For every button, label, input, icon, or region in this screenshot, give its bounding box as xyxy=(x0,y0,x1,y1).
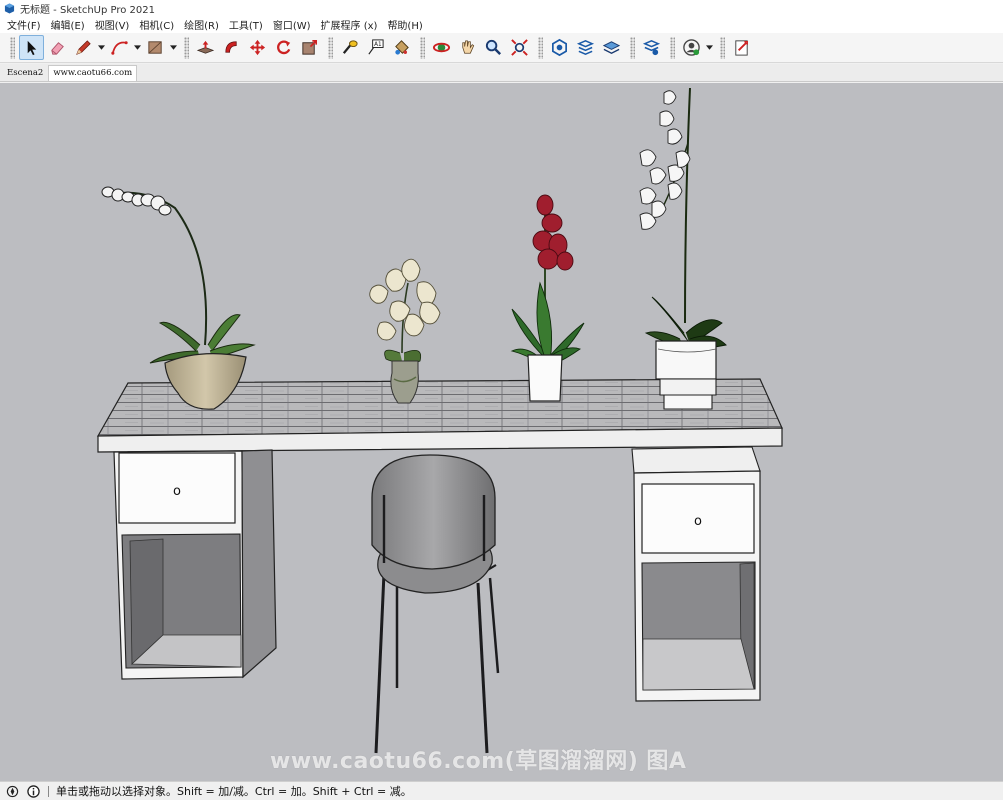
menu-draw[interactable]: 绘图(R) xyxy=(179,17,224,32)
svg-text:o: o xyxy=(694,514,702,529)
push-pull-icon xyxy=(196,40,214,54)
paint-bucket-icon xyxy=(394,40,409,55)
zoom-extents-icon xyxy=(510,39,528,56)
zoom-tool-button[interactable] xyxy=(481,35,506,60)
status-bar: 单击或拖动以选择对象。Shift = 加/减。Ctrl = 加。Shift + … xyxy=(0,781,1003,800)
title-bar: 无标题 - SketchUp Pro 2021 xyxy=(0,0,1003,16)
menu-bar: 文件(F) 编辑(E) 视图(V) 相机(C) 绘图(R) 工具(T) 窗口(W… xyxy=(0,16,1003,33)
sign-in-icon xyxy=(734,40,748,56)
chair[interactable] xyxy=(371,454,500,754)
toolbar-separator xyxy=(328,36,333,59)
sketchup-icon xyxy=(4,2,15,14)
svg-text:o: o xyxy=(173,484,181,499)
pan-tool-button[interactable] xyxy=(455,35,480,60)
text-tool-button[interactable]: A1 xyxy=(363,35,388,60)
arc-tool-button[interactable] xyxy=(107,35,132,60)
menu-edit[interactable]: 编辑(E) xyxy=(46,17,90,32)
rotate-icon xyxy=(276,40,290,55)
toolbar-separator xyxy=(184,36,189,59)
layer-button[interactable] xyxy=(599,35,624,60)
menu-extensions[interactable]: 扩展程序 (x) xyxy=(316,17,383,32)
toolbar-grip[interactable] xyxy=(10,36,15,59)
plant-tall-orchid[interactable] xyxy=(639,87,727,410)
model-viewport[interactable]: o o www.caotu66.com(草图溜溜网) 图A xyxy=(0,83,1003,781)
svg-text:A1: A1 xyxy=(374,42,382,48)
warehouse-button[interactable] xyxy=(547,35,572,60)
toolbar-separator xyxy=(670,36,675,59)
rectangle-tool-button[interactable] xyxy=(143,35,168,60)
tab-caotu66[interactable]: www.caotu66.com xyxy=(48,65,138,81)
pencil-line-icon xyxy=(75,40,91,55)
rotate-tool-button[interactable] xyxy=(271,35,296,60)
eraser-tool-button[interactable] xyxy=(45,35,70,60)
scale-icon xyxy=(301,39,317,55)
toolbar-separator xyxy=(630,36,635,59)
rectangle-tool-dropdown[interactable] xyxy=(168,35,178,60)
status-separator xyxy=(48,785,49,797)
follow-me-icon xyxy=(224,41,237,53)
tape-measure-icon xyxy=(342,40,358,54)
chevron-down-icon xyxy=(705,45,713,50)
extension-warehouse-button[interactable] xyxy=(573,35,598,60)
toolbar-separator xyxy=(538,36,543,59)
account-button[interactable] xyxy=(679,35,704,60)
zoom-extents-tool-button[interactable] xyxy=(507,35,532,60)
toolbar-separator xyxy=(720,36,725,59)
layer-icon xyxy=(602,41,620,54)
menu-view[interactable]: 视图(V) xyxy=(90,17,135,32)
arc-tool-dropdown[interactable] xyxy=(132,35,142,60)
line-tool-dropdown[interactable] xyxy=(96,35,106,60)
orbit-tool-button[interactable] xyxy=(429,35,454,60)
geolocation-icon[interactable] xyxy=(6,785,19,798)
watermark: www.caotu66.com(草图溜溜网) 图A xyxy=(270,749,687,774)
tab-escena2[interactable]: Escena2 xyxy=(2,65,48,81)
move-tool-button[interactable] xyxy=(245,35,270,60)
menu-file[interactable]: 文件(F) xyxy=(2,17,46,32)
info-icon[interactable] xyxy=(27,784,40,798)
menu-window[interactable]: 窗口(W) xyxy=(268,17,316,32)
layer-settings-icon xyxy=(642,40,660,56)
select-icon xyxy=(27,40,36,56)
plant-orchid-bowl[interactable] xyxy=(101,186,256,410)
account-icon xyxy=(682,39,700,56)
window-title: 无标题 - SketchUp Pro 2021 xyxy=(20,4,155,16)
push-pull-tool-button[interactable] xyxy=(193,35,218,60)
chevron-down-icon xyxy=(133,45,141,50)
move-icon xyxy=(249,39,265,56)
warehouse-icon xyxy=(551,38,567,57)
follow-me-tool-button[interactable] xyxy=(219,35,244,60)
tape-measure-tool-button[interactable] xyxy=(337,35,362,60)
extension-warehouse-icon xyxy=(576,40,594,55)
select-tool-button[interactable] xyxy=(18,35,44,60)
rectangle-icon xyxy=(147,41,162,54)
scale-tool-button[interactable] xyxy=(297,35,322,60)
eraser-icon xyxy=(50,42,64,55)
scene-tabs: Escena2 www.caotu66.com xyxy=(0,64,1003,82)
menu-camera[interactable]: 相机(C) xyxy=(134,17,179,32)
status-text: 单击或拖动以选择对象。Shift = 加/减。Ctrl = 加。Shift + … xyxy=(56,785,412,798)
menu-help[interactable]: 帮助(H) xyxy=(382,17,427,32)
main-toolbar: A1 xyxy=(0,33,1003,63)
sign-in-button[interactable] xyxy=(729,35,754,60)
orbit-icon xyxy=(432,42,450,53)
toolbar-separator xyxy=(420,36,425,59)
menu-tools[interactable]: 工具(T) xyxy=(224,17,268,32)
chevron-down-icon xyxy=(97,45,105,50)
line-tool-button[interactable] xyxy=(71,35,96,60)
account-dropdown[interactable] xyxy=(704,35,714,60)
arc-icon xyxy=(110,41,128,55)
model-scene[interactable]: o o xyxy=(0,83,1003,781)
layer-settings-button[interactable] xyxy=(639,35,664,60)
zoom-icon xyxy=(485,39,501,56)
pan-icon xyxy=(461,40,474,54)
paint-bucket-tool-button[interactable] xyxy=(389,35,414,60)
plant-red-orchid[interactable] xyxy=(510,194,585,402)
chevron-down-icon xyxy=(169,45,177,50)
text-label-icon: A1 xyxy=(367,39,384,55)
